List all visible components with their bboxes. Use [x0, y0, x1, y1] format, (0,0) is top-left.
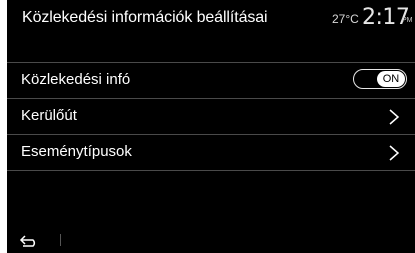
footer-divider: [60, 234, 61, 246]
header: Közlekedési információk beállításai 27°C…: [7, 0, 415, 44]
settings-row-detour[interactable]: Kerülőút: [7, 99, 415, 135]
footer-bar: [7, 227, 415, 253]
settings-row-label: Eseménytípusok: [21, 143, 132, 160]
traffic-info-toggle[interactable]: ON: [353, 69, 407, 89]
clock-am-pm: PM: [402, 17, 413, 24]
chevron-right-icon: [389, 145, 400, 161]
page-title: Közlekedési információk beállításai: [22, 9, 268, 26]
temperature-readout: 27°C: [332, 12, 359, 26]
traffic-info-settings-screen: Közlekedési információk beállításai 27°C…: [7, 0, 415, 253]
chevron-right-icon: [389, 109, 400, 125]
settings-row-event-types[interactable]: Eseménytípusok: [7, 135, 415, 171]
settings-row-label: Kerülőút: [21, 107, 77, 124]
settings-list: Közlekedési infó ON Kerülőút Eseménytípu…: [7, 62, 415, 171]
back-arrow-icon[interactable]: [18, 232, 40, 248]
settings-row-traffic-info[interactable]: Közlekedési infó ON: [7, 62, 415, 99]
settings-row-label: Közlekedési infó: [21, 71, 131, 88]
toggle-state-label: ON: [377, 71, 405, 87]
